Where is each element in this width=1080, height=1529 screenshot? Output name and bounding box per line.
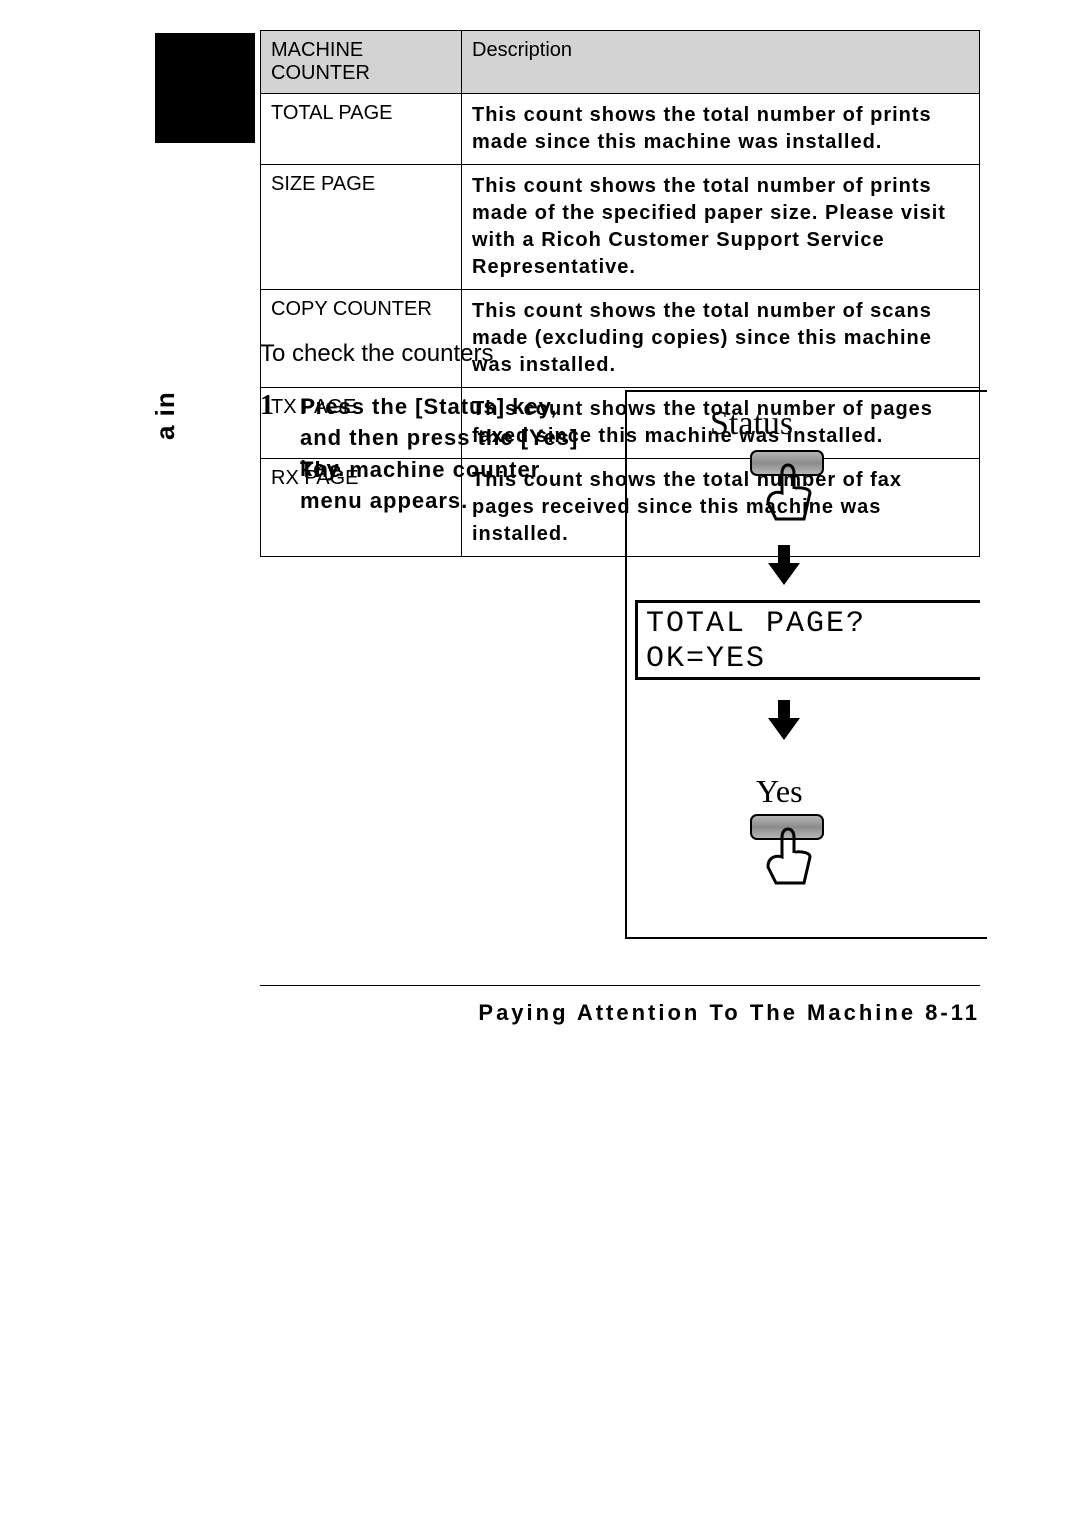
cell-label: COPY COUNTER — [261, 290, 462, 388]
page-root: a te a in MACHINE COUNTER Description TO… — [0, 0, 1080, 1529]
step-number: 1 — [260, 390, 274, 422]
status-key-label: Status — [710, 405, 793, 443]
press-finger-icon — [758, 827, 818, 887]
cell-label: TOTAL PAGE — [261, 94, 462, 165]
lcd-line2: OK=YES — [646, 642, 972, 677]
lcd-display: TOTAL PAGE? OK=YES — [635, 600, 980, 680]
footer-rule — [260, 985, 980, 986]
footer-text: Paying Attention To The Machine 8-11 — [478, 1000, 980, 1026]
down-arrow-icon — [768, 700, 800, 740]
press-finger-icon — [758, 463, 818, 523]
check-counters-heading: To check the counters — [260, 340, 493, 368]
lcd-line1: TOTAL PAGE? — [646, 607, 972, 642]
cell-desc: This count shows the total number of pri… — [462, 165, 980, 290]
cell-label: SIZE PAGE — [261, 165, 462, 290]
table-row: COPY COUNTER This count shows the total … — [261, 290, 980, 388]
yes-key-label: Yes — [756, 773, 803, 810]
th-desc: Description — [462, 31, 980, 94]
cell-desc: This count shows the total number of sca… — [462, 290, 980, 388]
down-arrow-icon — [768, 545, 800, 585]
table-row: TOTAL PAGE This count shows the total nu… — [261, 94, 980, 165]
cell-desc: This count shows the total number of pri… — [462, 94, 980, 165]
side-label-2: a in — [150, 240, 181, 440]
table-row: SIZE PAGE This count shows the total num… — [261, 165, 980, 290]
th-counter: MACHINE COUNTER — [261, 31, 462, 94]
step-result: The machine counter menu appears. — [300, 455, 600, 517]
side-label-1: a te — [150, 40, 181, 240]
